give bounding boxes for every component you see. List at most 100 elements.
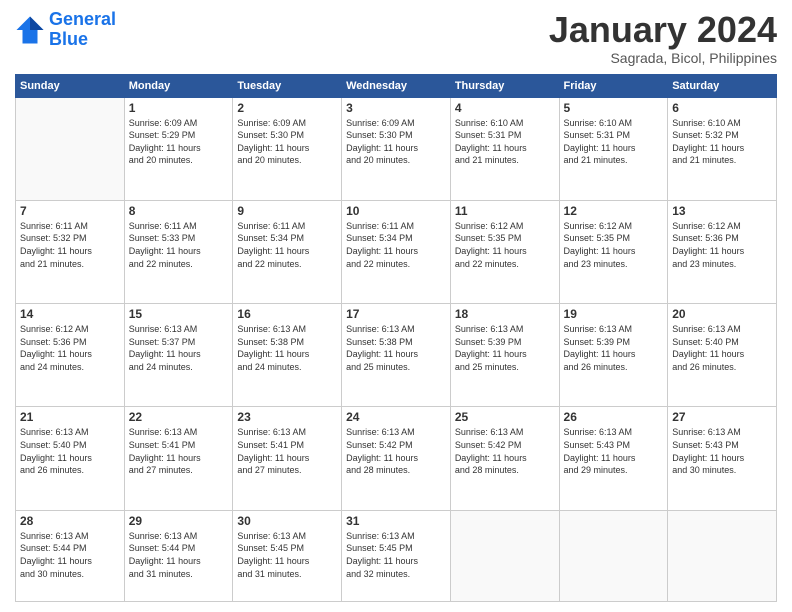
calendar-week-0: 1 Sunrise: 6:09 AMSunset: 5:29 PMDaylight… xyxy=(16,97,777,200)
calendar-cell: 30 Sunrise: 6:13 AMSunset: 5:45 PMDayligh… xyxy=(233,510,342,601)
day-number: 27 xyxy=(672,410,772,424)
day-number: 22 xyxy=(129,410,229,424)
day-number: 26 xyxy=(564,410,664,424)
calendar-cell xyxy=(559,510,668,601)
month-title: January 2024 xyxy=(549,10,777,50)
day-number: 9 xyxy=(237,204,337,218)
calendar-week-4: 28 Sunrise: 6:13 AMSunset: 5:44 PMDayligh… xyxy=(16,510,777,601)
calendar-header-monday: Monday xyxy=(124,74,233,97)
calendar-cell: 4 Sunrise: 6:10 AMSunset: 5:31 PMDaylight… xyxy=(450,97,559,200)
day-info: Sunrise: 6:13 AMSunset: 5:43 PMDaylight:… xyxy=(672,426,772,476)
calendar-cell: 29 Sunrise: 6:13 AMSunset: 5:44 PMDayligh… xyxy=(124,510,233,601)
day-number: 7 xyxy=(20,204,120,218)
calendar-cell: 22 Sunrise: 6:13 AMSunset: 5:41 PMDayligh… xyxy=(124,407,233,510)
day-info: Sunrise: 6:13 AMSunset: 5:45 PMDaylight:… xyxy=(346,530,446,580)
day-number: 17 xyxy=(346,307,446,321)
calendar-cell: 31Sunrise: 6:13 AMSunset: 5:45 PMDayligh… xyxy=(342,510,451,601)
calendar-header-thursday: Thursday xyxy=(450,74,559,97)
day-info: Sunrise: 6:13 AMSunset: 5:39 PMDaylight:… xyxy=(455,323,555,373)
day-number: 4 xyxy=(455,101,555,115)
calendar-cell: 15 Sunrise: 6:13 AMSunset: 5:37 PMDayligh… xyxy=(124,304,233,407)
day-number: 28 xyxy=(20,514,120,528)
day-number: 15 xyxy=(129,307,229,321)
day-info: Sunrise: 6:13 AMSunset: 5:38 PMDaylight:… xyxy=(237,323,337,373)
day-info: Sunrise: 6:13 AMSunset: 5:41 PMDaylight:… xyxy=(129,426,229,476)
day-info: Sunrise: 6:09 AMSunset: 5:29 PMDaylight:… xyxy=(129,117,229,167)
calendar-cell: 12Sunrise: 6:12 AMSunset: 5:35 PMDayligh… xyxy=(559,200,668,303)
calendar-header-saturday: Saturday xyxy=(668,74,777,97)
calendar-cell: 8 Sunrise: 6:11 AMSunset: 5:33 PMDaylight… xyxy=(124,200,233,303)
calendar-week-2: 14 Sunrise: 6:12 AMSunset: 5:36 PMDayligh… xyxy=(16,304,777,407)
calendar-cell: 27 Sunrise: 6:13 AMSunset: 5:43 PMDayligh… xyxy=(668,407,777,510)
day-info: Sunrise: 6:13 AMSunset: 5:45 PMDaylight:… xyxy=(237,530,337,580)
day-number: 30 xyxy=(237,514,337,528)
day-number: 16 xyxy=(237,307,337,321)
day-info: Sunrise: 6:10 AMSunset: 5:31 PMDaylight:… xyxy=(564,117,664,167)
day-number: 23 xyxy=(237,410,337,424)
calendar-cell: 7 Sunrise: 6:11 AMSunset: 5:32 PMDaylight… xyxy=(16,200,125,303)
day-info: Sunrise: 6:12 AMSunset: 5:35 PMDaylight:… xyxy=(564,220,664,270)
calendar-cell xyxy=(16,97,125,200)
day-number: 20 xyxy=(672,307,772,321)
calendar-cell: 23 Sunrise: 6:13 AMSunset: 5:41 PMDayligh… xyxy=(233,407,342,510)
calendar-cell: 17 Sunrise: 6:13 AMSunset: 5:38 PMDayligh… xyxy=(342,304,451,407)
day-info: Sunrise: 6:13 AMSunset: 5:41 PMDaylight:… xyxy=(237,426,337,476)
day-info: Sunrise: 6:12 AMSunset: 5:35 PMDaylight:… xyxy=(455,220,555,270)
day-number: 5 xyxy=(564,101,664,115)
calendar-cell: 11Sunrise: 6:12 AMSunset: 5:35 PMDayligh… xyxy=(450,200,559,303)
logo-icon xyxy=(15,15,45,45)
calendar-cell: 6 Sunrise: 6:10 AMSunset: 5:32 PMDaylight… xyxy=(668,97,777,200)
calendar-header-wednesday: Wednesday xyxy=(342,74,451,97)
calendar-cell: 3 Sunrise: 6:09 AMSunset: 5:30 PMDaylight… xyxy=(342,97,451,200)
day-number: 21 xyxy=(20,410,120,424)
day-number: 3 xyxy=(346,101,446,115)
day-info: Sunrise: 6:12 AMSunset: 5:36 PMDaylight:… xyxy=(20,323,120,373)
day-number: 14 xyxy=(20,307,120,321)
day-number: 29 xyxy=(129,514,229,528)
calendar-header-friday: Friday xyxy=(559,74,668,97)
calendar-cell: 5 Sunrise: 6:10 AMSunset: 5:31 PMDaylight… xyxy=(559,97,668,200)
day-info: Sunrise: 6:10 AMSunset: 5:32 PMDaylight:… xyxy=(672,117,772,167)
day-number: 19 xyxy=(564,307,664,321)
calendar-cell: 18 Sunrise: 6:13 AMSunset: 5:39 PMDayligh… xyxy=(450,304,559,407)
calendar-cell: 10 Sunrise: 6:11 AMSunset: 5:34 PMDayligh… xyxy=(342,200,451,303)
day-info: Sunrise: 6:13 AMSunset: 5:38 PMDaylight:… xyxy=(346,323,446,373)
day-info: Sunrise: 6:11 AMSunset: 5:34 PMDaylight:… xyxy=(346,220,446,270)
day-info: Sunrise: 6:11 AMSunset: 5:34 PMDaylight:… xyxy=(237,220,337,270)
logo: General Blue xyxy=(15,10,116,50)
header: General Blue January 2024 Sagrada, Bicol… xyxy=(15,10,777,66)
day-info: Sunrise: 6:13 AMSunset: 5:44 PMDaylight:… xyxy=(129,530,229,580)
day-number: 6 xyxy=(672,101,772,115)
calendar-cell xyxy=(668,510,777,601)
day-info: Sunrise: 6:13 AMSunset: 5:43 PMDaylight:… xyxy=(564,426,664,476)
calendar-week-1: 7 Sunrise: 6:11 AMSunset: 5:32 PMDaylight… xyxy=(16,200,777,303)
subtitle: Sagrada, Bicol, Philippines xyxy=(549,50,777,66)
calendar-cell xyxy=(450,510,559,601)
calendar-week-3: 21Sunrise: 6:13 AMSunset: 5:40 PMDayligh… xyxy=(16,407,777,510)
day-number: 13 xyxy=(672,204,772,218)
day-info: Sunrise: 6:13 AMSunset: 5:40 PMDaylight:… xyxy=(672,323,772,373)
day-number: 8 xyxy=(129,204,229,218)
day-info: Sunrise: 6:11 AMSunset: 5:32 PMDaylight:… xyxy=(20,220,120,270)
day-number: 18 xyxy=(455,307,555,321)
day-info: Sunrise: 6:11 AMSunset: 5:33 PMDaylight:… xyxy=(129,220,229,270)
day-number: 2 xyxy=(237,101,337,115)
day-info: Sunrise: 6:13 AMSunset: 5:42 PMDaylight:… xyxy=(346,426,446,476)
day-info: Sunrise: 6:13 AMSunset: 5:44 PMDaylight:… xyxy=(20,530,120,580)
day-number: 1 xyxy=(129,101,229,115)
day-info: Sunrise: 6:09 AMSunset: 5:30 PMDaylight:… xyxy=(346,117,446,167)
day-number: 24 xyxy=(346,410,446,424)
logo-text: General Blue xyxy=(49,10,116,50)
calendar-cell: 25Sunrise: 6:13 AMSunset: 5:42 PMDayligh… xyxy=(450,407,559,510)
calendar-header-tuesday: Tuesday xyxy=(233,74,342,97)
day-info: Sunrise: 6:13 AMSunset: 5:37 PMDaylight:… xyxy=(129,323,229,373)
title-block: January 2024 Sagrada, Bicol, Philippines xyxy=(549,10,777,66)
calendar-cell: 24 Sunrise: 6:13 AMSunset: 5:42 PMDayligh… xyxy=(342,407,451,510)
day-info: Sunrise: 6:10 AMSunset: 5:31 PMDaylight:… xyxy=(455,117,555,167)
calendar-cell: 28 Sunrise: 6:13 AMSunset: 5:44 PMDayligh… xyxy=(16,510,125,601)
calendar-cell: 1 Sunrise: 6:09 AMSunset: 5:29 PMDaylight… xyxy=(124,97,233,200)
page: General Blue January 2024 Sagrada, Bicol… xyxy=(0,0,792,612)
calendar-cell: 26 Sunrise: 6:13 AMSunset: 5:43 PMDayligh… xyxy=(559,407,668,510)
day-number: 10 xyxy=(346,204,446,218)
calendar-cell: 9 Sunrise: 6:11 AMSunset: 5:34 PMDaylight… xyxy=(233,200,342,303)
